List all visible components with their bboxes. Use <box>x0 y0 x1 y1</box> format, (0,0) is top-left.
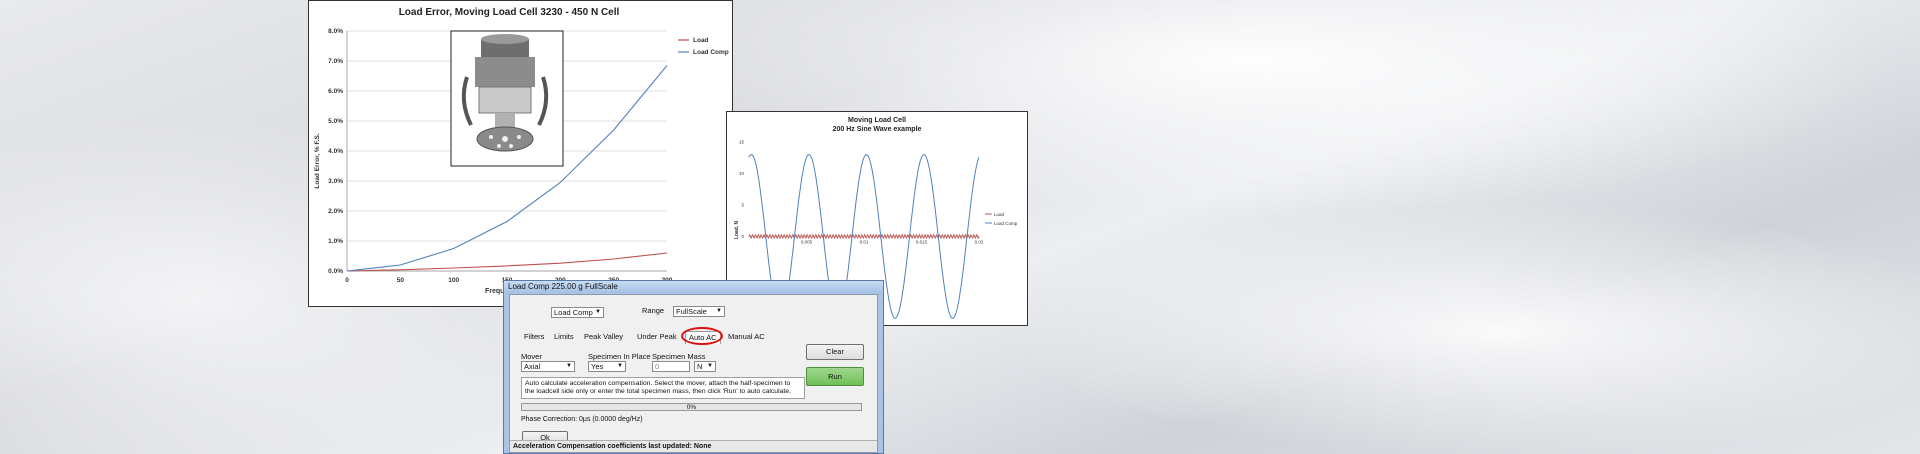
specimen-mass-label: Specimen Mass <box>652 352 706 361</box>
mover-select-value: Axial <box>524 362 541 371</box>
range-label: Range <box>642 306 665 315</box>
tab-limits[interactable]: Limits <box>551 331 577 343</box>
instructions-text: Auto calculate acceleration compensation… <box>521 377 805 399</box>
phase-correction-text: Phase Correction: 0µs (0.0000 deg/Hz) <box>521 416 643 423</box>
specimen-in-place-label: Specimen In Place <box>588 352 651 361</box>
y-tick-label: 5 <box>741 202 744 207</box>
chart2-subtitle: 200 Hz Sine Wave example <box>833 126 922 133</box>
mode-select[interactable]: Load Comp ▼ <box>551 307 604 318</box>
chevron-down-icon: ▼ <box>566 363 572 369</box>
x-tick-label: 0 <box>345 277 349 284</box>
chart2-title: Moving Load Cell <box>848 117 906 124</box>
chart1-xlabel: Frequ <box>485 288 504 295</box>
tab-manual-ac[interactable]: Manual AC <box>725 331 768 343</box>
y-tick-label: 8.0% <box>328 28 343 35</box>
chevron-down-icon: ▼ <box>707 363 713 369</box>
series-line-load <box>346 252 668 272</box>
range-select[interactable]: FullScale ▼ <box>673 306 725 317</box>
chart1-legend-load-comp: Load Comp <box>693 49 729 56</box>
x-tick-label: 0.02 <box>975 239 984 244</box>
x-tick-label: 0.015 <box>916 239 928 244</box>
chart1-legend-load: Load <box>693 37 709 44</box>
x-tick-label: 0.005 <box>801 239 813 244</box>
tab-peak-valley[interactable]: Peak Valley <box>581 331 626 343</box>
y-tick-label: 5.0% <box>328 118 343 125</box>
x-tick-label: 50 <box>397 277 405 284</box>
dialog-title: Load Comp 225.00 g FullScale <box>504 281 883 293</box>
chart1-title: Load Error, Moving Load Cell 3230 - 450 … <box>399 7 620 18</box>
y-tick-label: 2.0% <box>328 208 343 215</box>
y-tick-label: 10 <box>739 171 745 176</box>
chart2-ylabel: Load, N <box>734 220 740 239</box>
load-error-chart: Load Error, Moving Load Cell 3230 - 450 … <box>314 7 729 295</box>
progress-text: 0% <box>686 404 697 411</box>
mover-select[interactable]: Axial ▼ <box>521 361 575 372</box>
chevron-down-icon: ▼ <box>617 363 623 369</box>
x-tick-label: 0.01 <box>860 239 869 244</box>
y-tick-label: 4.0% <box>328 148 343 155</box>
load-cell-image <box>450 30 564 167</box>
unit-select[interactable]: N ▼ <box>694 361 716 372</box>
chart1-legend: Load Load Comp <box>678 37 729 56</box>
chart2-legend-load: Load <box>994 212 1005 217</box>
load-comp-dialog: Load Comp 225.00 g FullScale Load Comp ▼… <box>503 280 884 454</box>
y-tick-label: 0.0% <box>328 268 343 275</box>
load-error-chart-panel: Load Error, Moving Load Cell 3230 - 450 … <box>308 0 733 307</box>
dialog-body: Load Comp ▼ Range FullScale ▼ Filters Li… <box>509 294 878 453</box>
chart2-legend: Load Load Comp <box>985 212 1018 226</box>
mode-select-value: Load Comp <box>554 308 593 317</box>
y-tick-label: 1.0% <box>328 238 343 245</box>
y-tick-label: 0 <box>741 234 744 239</box>
y-tick-label: 3.0% <box>328 178 343 185</box>
specimen-mass-value: 0 <box>655 362 660 371</box>
chart1-ylabel: Load Error, % F.S. <box>314 133 321 188</box>
tab-filters[interactable]: Filters <box>521 331 547 343</box>
tab-under-peak[interactable]: Under Peak <box>634 331 680 343</box>
run-button[interactable]: Run <box>806 367 864 386</box>
status-bar: Acceleration Compensation coefficients l… <box>510 440 877 452</box>
chevron-down-icon: ▼ <box>595 309 601 315</box>
highlight-circle <box>681 327 723 345</box>
y-tick-label: 6.0% <box>328 88 343 95</box>
series-line-load <box>748 233 980 240</box>
clear-button[interactable]: Clear <box>806 344 864 360</box>
specimen-in-place-select[interactable]: Yes ▼ <box>588 361 626 372</box>
x-tick-label: 100 <box>448 277 459 284</box>
chevron-down-icon: ▼ <box>716 308 722 314</box>
progress-bar: 0% <box>521 403 862 411</box>
mover-label: Mover <box>521 352 542 361</box>
chart2-legend-load-comp: Load Comp <box>994 221 1018 226</box>
y-tick-label: 15 <box>739 140 745 145</box>
unit-select-value: N <box>697 362 703 371</box>
specimen-mass-input[interactable]: 0 <box>652 361 690 372</box>
specimen-in-place-value: Yes <box>591 362 604 371</box>
y-tick-label: 7.0% <box>328 58 343 65</box>
range-select-value: FullScale <box>676 307 707 316</box>
